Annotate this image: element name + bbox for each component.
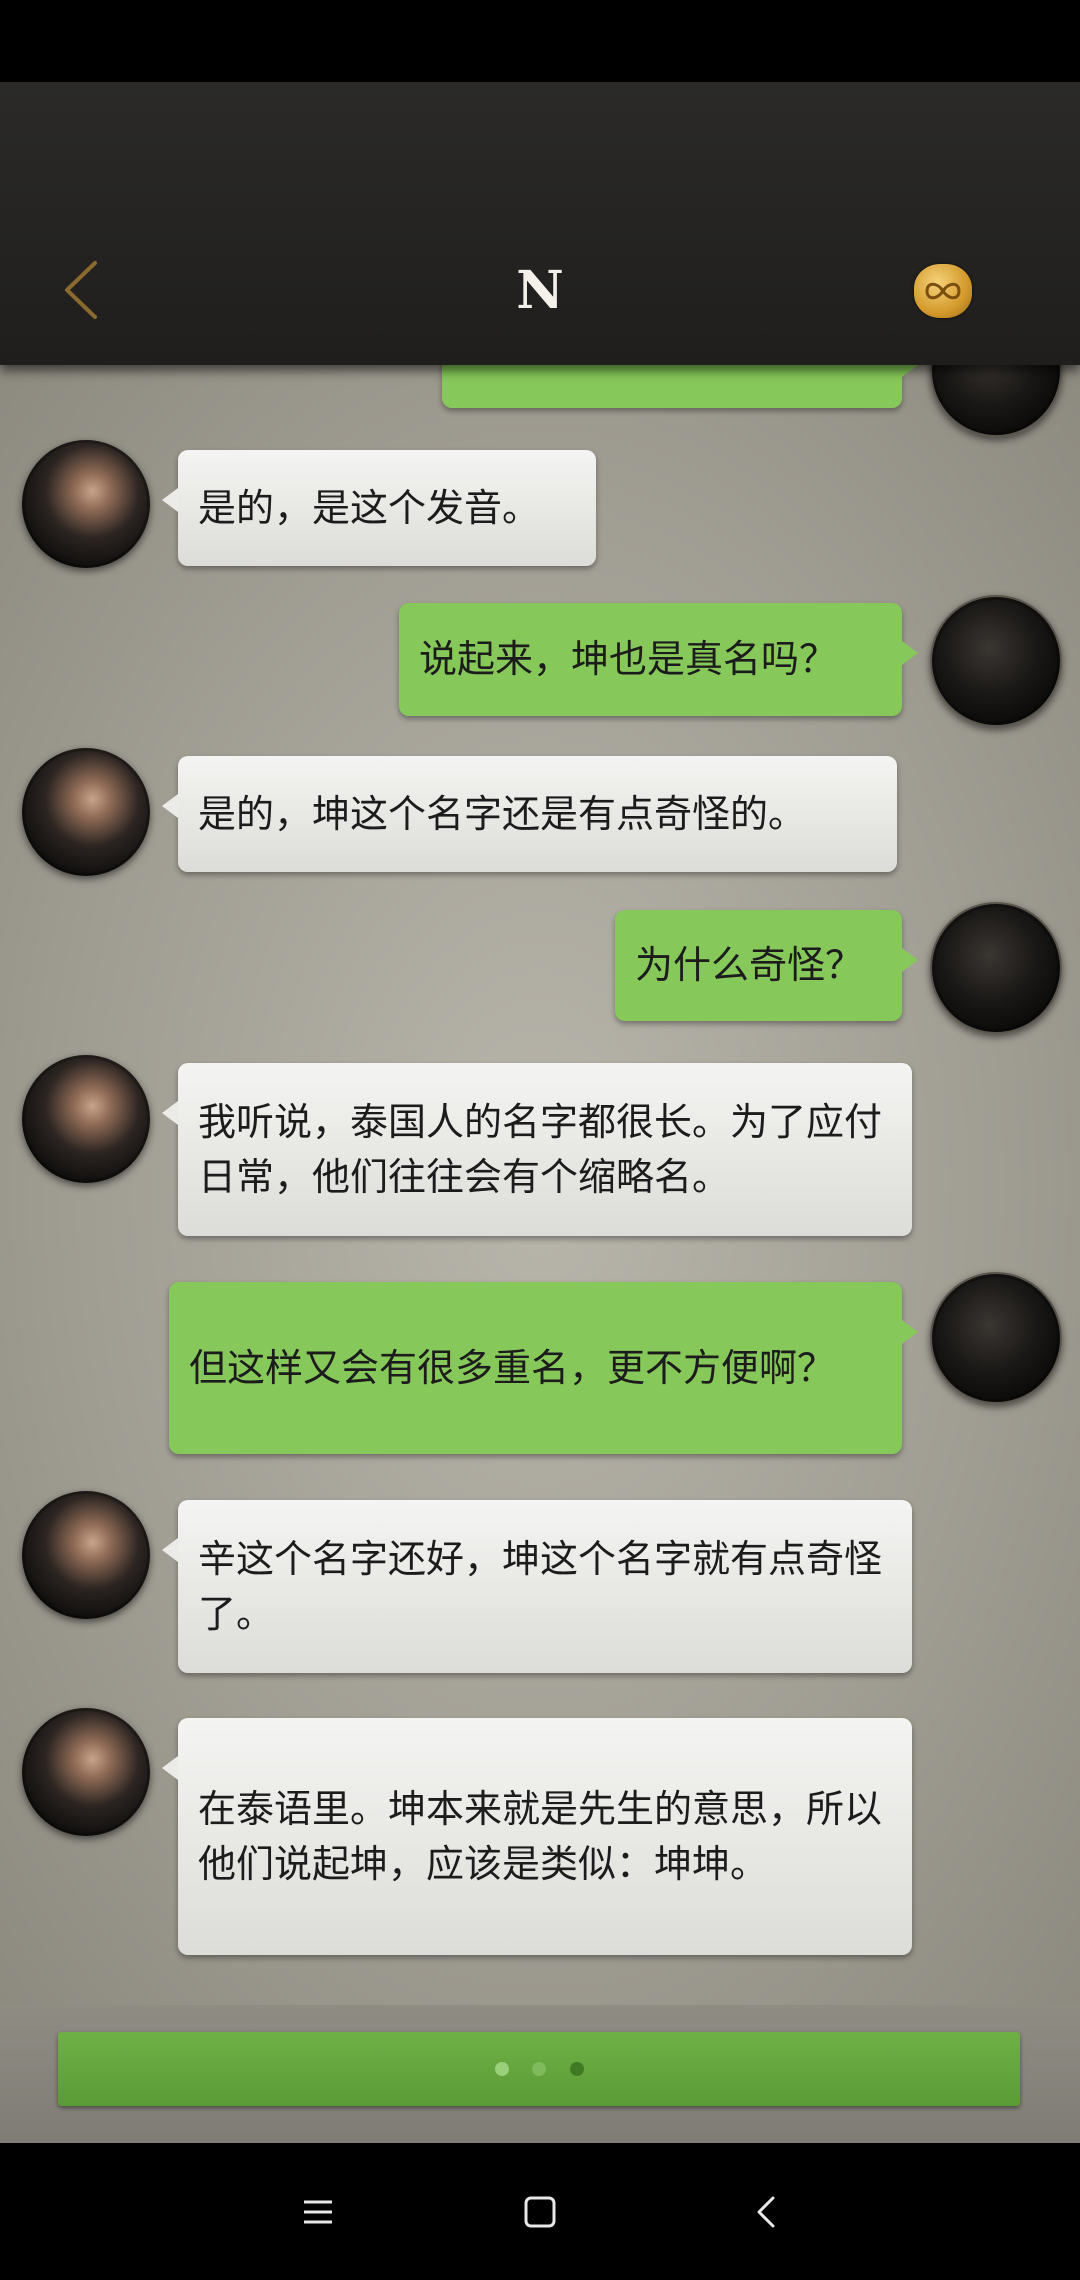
message-bubble: 辛这个名字还好，坤这个名字就有点奇怪了。 bbox=[162, 1500, 912, 1673]
avatar-self bbox=[930, 595, 1062, 727]
message-text: 是的，是这个发音。 bbox=[198, 485, 541, 530]
nav-menu-button[interactable] bbox=[296, 2190, 340, 2234]
nav-home-button[interactable] bbox=[518, 2190, 562, 2234]
avatar-other bbox=[22, 1708, 150, 1836]
message-text: 为什么奇怪？ bbox=[635, 943, 864, 987]
message-text: 但这样又会有很多重名，更不方便啊？ bbox=[189, 1345, 836, 1390]
message-bubble: 我听说，泰国人的名字都很长。为了应付日常，他们往往会有个缩略名。 bbox=[162, 1063, 912, 1236]
infinity-badge-icon bbox=[925, 282, 961, 300]
avatar-self bbox=[930, 902, 1062, 1034]
avatar-other bbox=[22, 1491, 150, 1619]
avatar-other bbox=[22, 1055, 150, 1183]
nav-back-button[interactable] bbox=[745, 2190, 789, 2234]
message-bubble: 为什么奇怪？ bbox=[615, 910, 918, 1021]
back-arrow-icon bbox=[757, 2196, 775, 2228]
avatar-other bbox=[22, 748, 150, 876]
home-square-icon bbox=[524, 2196, 556, 2228]
message-text: 说起来，坤也是真名吗？ bbox=[419, 637, 838, 681]
menu-icon bbox=[304, 2200, 332, 2224]
pager-dot bbox=[495, 2062, 509, 2076]
header bbox=[0, 82, 1080, 365]
message-bubble: 是的，坤这个名字还是有点奇怪的。 bbox=[162, 756, 897, 872]
pager-dot bbox=[532, 2062, 546, 2076]
message-text: 辛这个名字还好，坤这个名字就有点奇怪了。 bbox=[198, 1536, 883, 1636]
message-text: 我听说，泰国人的名字都很长。为了应付日常，他们往往会有个缩略名。 bbox=[198, 1099, 883, 1199]
continue-bar[interactable] bbox=[58, 2032, 1020, 2106]
message-bubble: 说起来，坤也是真名吗？ bbox=[399, 603, 918, 716]
chat-area[interactable]: 是的，是这个发音。 说起来，坤也是真名吗？ 是的，坤这个名字还是有点奇怪的。 为… bbox=[0, 365, 1080, 2005]
status-bar bbox=[0, 0, 1080, 82]
message-bubble: 但这样又会有很多重名，更不方便啊？ bbox=[169, 1282, 918, 1454]
infinity-badge-button[interactable] bbox=[914, 264, 972, 318]
avatar-self bbox=[930, 1272, 1062, 1404]
message-bubble: 是的，是这个发音。 bbox=[162, 450, 596, 566]
pager-dot-active bbox=[570, 2062, 584, 2076]
message-text: 在泰语里。坤本来就是先生的意思，所以他们说起坤，应该是类似：坤坤。 bbox=[198, 1786, 883, 1886]
message-bubble: 在泰语里。坤本来就是先生的意思，所以他们说起坤，应该是类似：坤坤。 bbox=[162, 1718, 912, 1955]
avatar-other bbox=[22, 440, 150, 568]
avatar-self bbox=[930, 365, 1062, 437]
message-text: 是的，坤这个名字还是有点奇怪的。 bbox=[198, 791, 807, 836]
message-bubble-partial bbox=[442, 365, 918, 408]
